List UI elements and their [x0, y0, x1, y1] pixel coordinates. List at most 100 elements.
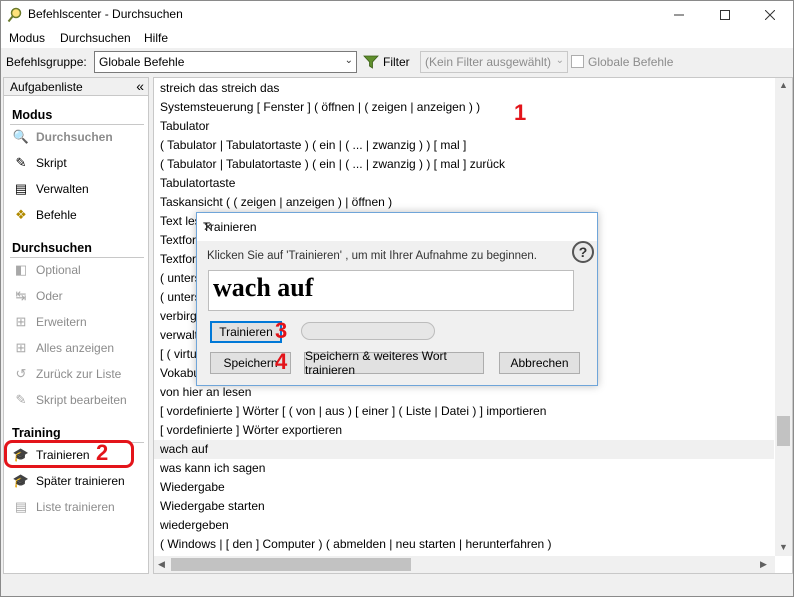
- filter-select[interactable]: (Kein Filter ausgewählt) ⌄: [420, 51, 568, 73]
- script-icon: ✎: [15, 155, 27, 170]
- list-item[interactable]: Systemsteuerung [ Fenster ] ( öffnen | (…: [160, 98, 480, 117]
- group-select[interactable]: Globale Befehle ⌄: [94, 51, 357, 73]
- cancel-button[interactable]: Abbrechen: [499, 352, 580, 374]
- sidebar-item-label: Zurück zur Liste: [36, 367, 122, 381]
- sidebar-item-zurueck-zur-liste[interactable]: ↺ Zurück zur Liste: [12, 364, 142, 384]
- task-sidebar: Aufgabenliste « Modus 🔍 Durchsuchen ✎ Sk…: [3, 77, 149, 574]
- edit-script-icon: ✎: [15, 392, 27, 407]
- list-item[interactable]: wiedergeben: [160, 516, 229, 535]
- optional-icon: ◧: [14, 262, 28, 277]
- show-all-icon: ⊞: [15, 340, 27, 355]
- scroll-down-icon[interactable]: ▼: [779, 542, 788, 552]
- section-durchsuchen: Durchsuchen: [12, 241, 92, 255]
- sidebar-item-befehle[interactable]: ❖ Befehle: [12, 205, 142, 225]
- maximize-button[interactable]: [702, 1, 748, 29]
- list-item[interactable]: ( Windows | [ den ] Computer ) ( abmelde…: [160, 535, 552, 554]
- chevron-down-icon: ⌄: [344, 55, 353, 66]
- sidebar-item-label: Alles anzeigen: [36, 341, 115, 355]
- list-item[interactable]: wach auf: [154, 440, 774, 459]
- list-item[interactable]: [ vordefinierte ] Wörter [ ( von | aus )…: [160, 402, 546, 421]
- train-later-icon: 🎓: [12, 473, 30, 488]
- sidebar-item-verwalten[interactable]: ▤ Verwalten: [12, 179, 142, 199]
- vertical-scroll-thumb[interactable]: [777, 416, 790, 446]
- group-select-value: Globale Befehle: [99, 55, 185, 69]
- scroll-right-icon[interactable]: ▶: [760, 559, 767, 570]
- menu-modus[interactable]: Modus: [9, 31, 45, 45]
- save-and-train-next-button[interactable]: Speichern & weiteres Wort trainieren: [304, 349, 484, 377]
- filter-funnel-icon: [363, 55, 379, 69]
- menu-hilfe[interactable]: Hilfe: [144, 31, 168, 45]
- list-item[interactable]: ( Tabulator | Tabulatortaste ) ( ein | (…: [160, 155, 505, 174]
- list-item[interactable]: [ vordefinierte ] Wörter exportieren: [160, 421, 342, 440]
- sidebar-item-label: Später trainieren: [36, 474, 125, 488]
- vertical-scrollbar[interactable]: ▲ ▼: [775, 78, 792, 556]
- scroll-left-icon[interactable]: ◀: [158, 559, 165, 570]
- list-item[interactable]: [ ( virtu: [160, 345, 197, 364]
- scroll-up-icon[interactable]: ▲: [779, 80, 788, 90]
- sidebar-item-skript-bearbeiten[interactable]: ✎ Skript bearbeiten: [12, 390, 142, 410]
- sidebar-item-alles-anzeigen[interactable]: ⊞ Alles anzeigen: [12, 338, 142, 358]
- toolbar: Befehlsgruppe: Globale Befehle ⌄ Filter …: [1, 49, 793, 75]
- sidebar-item-spaeter-trainieren[interactable]: 🎓 Später trainieren: [12, 471, 142, 491]
- collapse-icon[interactable]: «: [136, 78, 144, 94]
- dialog-close-icon[interactable]: ✕: [203, 220, 587, 234]
- maximize-icon: [720, 10, 730, 20]
- global-commands-checkbox[interactable]: [571, 55, 584, 68]
- list-item[interactable]: Wiedergabe: [160, 478, 225, 497]
- list-item[interactable]: verwalt: [160, 326, 198, 345]
- cancel-button-label: Abbrechen: [510, 356, 569, 370]
- annotation-number: 1: [514, 100, 527, 125]
- annotation-ring: [4, 440, 134, 468]
- horizontal-scroll-thumb[interactable]: [171, 558, 411, 571]
- list-item[interactable]: streich das streich das: [160, 79, 279, 98]
- close-window-button[interactable]: [747, 1, 793, 29]
- sidebar-item-oder[interactable]: ↹ Oder: [12, 286, 142, 306]
- list-item[interactable]: Wiedergabe starten: [160, 497, 265, 516]
- help-icon[interactable]: ?: [572, 241, 594, 263]
- sidebar-item-skript[interactable]: ✎ Skript: [12, 153, 142, 173]
- filter-button[interactable]: Filter: [363, 51, 410, 73]
- list-item[interactable]: ( Tabulator | Tabulatortaste ) ( ein | (…: [160, 136, 466, 155]
- train-dialog: Trainieren ✕ Klicken Sie auf 'Trainieren…: [196, 212, 598, 386]
- train-button[interactable]: Trainieren: [210, 321, 282, 343]
- minimize-button[interactable]: [656, 1, 702, 29]
- recording-progress-bar: [301, 322, 435, 340]
- commands-icon: ❖: [15, 207, 27, 222]
- sidebar-item-erweitern[interactable]: ⊞ Erweitern: [12, 312, 142, 332]
- list-item[interactable]: Tabulatortaste: [160, 174, 235, 193]
- list-item[interactable]: verbirg: [160, 307, 197, 326]
- sidebar-item-label: Erweitern: [36, 315, 87, 329]
- list-item[interactable]: Tabulator: [160, 117, 209, 136]
- horizontal-scrollbar[interactable]: ◀ ▶: [154, 556, 775, 573]
- global-commands-label: Globale Befehle: [588, 55, 674, 69]
- section-training: Training: [12, 426, 61, 440]
- annotation-number: 2: [96, 440, 109, 465]
- list-item[interactable]: Taskansicht ( ( zeigen | anzeigen ) | öf…: [160, 193, 392, 212]
- sidebar-item-durchsuchen[interactable]: 🔍 Durchsuchen: [12, 127, 142, 147]
- phrase-display: wach auf: [208, 270, 574, 311]
- sidebar-item-label: Verwalten: [36, 182, 89, 196]
- annotation-number: 3: [275, 318, 288, 343]
- chevron-down-icon: ⌄: [555, 55, 564, 66]
- list-item[interactable]: ( unters: [160, 288, 201, 307]
- sidebar-item-label: Optional: [36, 263, 81, 277]
- sidebar-item-liste-trainieren[interactable]: ▤ Liste trainieren: [12, 497, 142, 517]
- expand-icon: ⊞: [15, 314, 27, 329]
- sidebar-item-optional[interactable]: ◧ Optional: [12, 260, 142, 280]
- section-modus: Modus: [12, 108, 53, 122]
- filter-label: Filter: [383, 55, 410, 69]
- sidebar-title: Aufgabenliste: [10, 80, 83, 94]
- list-item[interactable]: Textforr: [160, 250, 200, 269]
- sidebar-item-label: Durchsuchen: [36, 130, 113, 144]
- minimize-icon: [674, 14, 684, 16]
- dialog-instruction: Klicken Sie auf 'Trainieren' , um mit Ih…: [207, 250, 537, 262]
- menu-durchsuchen[interactable]: Durchsuchen: [60, 31, 131, 45]
- list-item[interactable]: Textforr: [160, 231, 200, 250]
- divider: [10, 257, 144, 258]
- list-item[interactable]: ( unters: [160, 269, 201, 288]
- back-to-list-icon: ↺: [15, 366, 27, 381]
- list-item[interactable]: was kann ich sagen: [160, 459, 265, 478]
- sidebar-item-label: Oder: [36, 289, 63, 303]
- menu-bar: Modus Durchsuchen Hilfe: [1, 29, 793, 48]
- list-item[interactable]: Text les: [160, 212, 201, 231]
